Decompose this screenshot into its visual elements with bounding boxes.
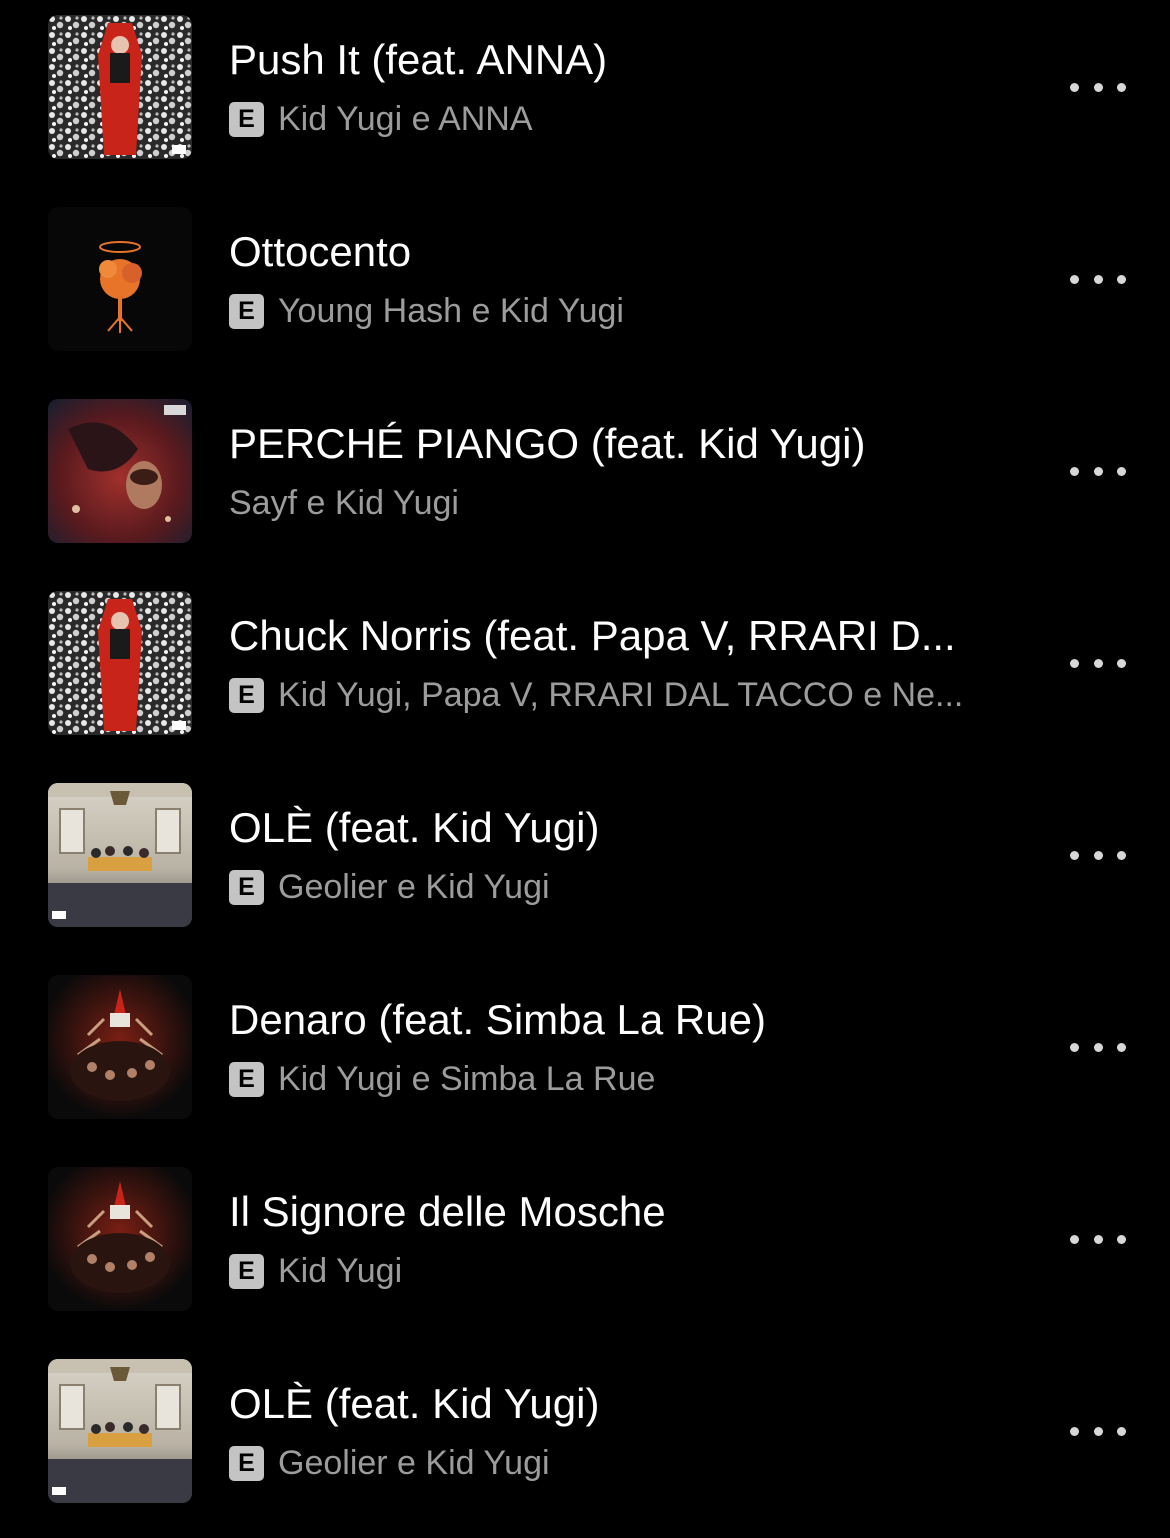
more-options-icon-dot [1117,274,1126,284]
track-subtitle: E Young Hash e Kid Yugi [229,291,624,331]
track-title: Denaro (feat. Simba La Rue) [229,996,766,1043]
explicit-badge-icon: E [229,869,264,905]
coffin-cover-image [48,15,192,159]
more-options-icon-dot [1093,1426,1103,1436]
track-artists: Sayf e Kid Yugi [229,484,459,522]
more-options-icon [1070,658,1079,668]
track-row[interactable]: Il Signore delle Mosche E Kid Yugi [0,1152,1170,1344]
crowd-hands-cover-image [48,1167,192,1311]
coffin-cover-image [48,591,192,735]
orange-tree-cover-image [48,207,192,351]
track-title: Il Signore delle Mosche [229,1188,666,1235]
dining-room-cover-image [48,783,192,927]
album-artwork [48,399,192,543]
more-options-icon [1070,850,1079,860]
track-title: PERCHÉ PIANGO (feat. Kid Yugi) [229,420,866,467]
explicit-badge-icon: E [229,293,264,329]
explicit-badge-icon: E [229,101,264,137]
more-options-icon-dot [1117,850,1126,860]
dining-room-cover-image [48,1359,192,1503]
crowd-hands-cover-image [48,975,192,1119]
track-artists: Kid Yugi e ANNA [278,100,533,138]
track-artists: Kid Yugi e Simba La Rue [278,1060,656,1098]
track-title: OLÈ (feat. Kid Yugi) [229,1380,600,1427]
track-subtitle: E Kid Yugi [229,1251,402,1291]
album-artwork [48,591,192,735]
album-artwork [48,15,192,159]
more-options-button[interactable] [1066,75,1130,99]
track-artists: Geolier e Kid Yugi [278,868,550,906]
more-options-button[interactable] [1066,843,1130,867]
track-subtitle: E Kid Yugi, Papa V, RRARI DAL TACCO e Ne… [229,675,963,715]
more-options-icon-dot [1093,850,1103,860]
more-options-button[interactable] [1066,1035,1130,1059]
more-options-icon-dot [1117,1042,1126,1052]
more-options-button[interactable] [1066,267,1130,291]
track-artists: Young Hash e Kid Yugi [278,292,624,330]
more-options-icon-dot [1093,658,1103,668]
more-options-icon-dot [1093,1042,1103,1052]
track-list: Push It (feat. ANNA) E Kid Yugi e ANNA O… [0,0,1170,1538]
track-title: Ottocento [229,228,412,275]
track-row[interactable]: Push It (feat. ANNA) E Kid Yugi e ANNA [0,0,1170,192]
more-options-icon [1070,82,1079,92]
album-artwork [48,207,192,351]
more-options-icon-dot [1117,658,1126,668]
track-subtitle: E Geolier e Kid Yugi [229,867,550,907]
track-subtitle: E Kid Yugi e Simba La Rue [229,1059,655,1099]
more-options-icon-dot [1117,1426,1126,1436]
track-row[interactable]: Ottocento E Young Hash e Kid Yugi [0,192,1170,384]
track-row[interactable]: OLÈ (feat. Kid Yugi) E Geolier e Kid Yug… [0,768,1170,960]
album-artwork [48,975,192,1119]
more-options-button[interactable] [1066,1419,1130,1443]
track-title: OLÈ (feat. Kid Yugi) [229,804,600,851]
album-artwork [48,783,192,927]
more-options-icon-dot [1117,1234,1126,1244]
more-options-button[interactable] [1066,1227,1130,1251]
track-artists: Kid Yugi, Papa V, RRARI DAL TACCO e Ne..… [278,676,964,714]
more-options-icon [1070,1042,1079,1052]
track-subtitle: E Kid Yugi e ANNA [229,99,533,139]
track-row[interactable]: OLÈ (feat. Kid Yugi) E Geolier e Kid Yug… [0,1344,1170,1536]
more-options-icon-dot [1093,1234,1103,1244]
more-options-button[interactable] [1066,459,1130,483]
track-subtitle: Sayf e Kid Yugi [229,483,459,523]
track-row[interactable]: Denaro (feat. Simba La Rue) E Kid Yugi e… [0,960,1170,1152]
more-options-icon-dot [1093,274,1103,284]
album-artwork [48,1359,192,1503]
more-options-button[interactable] [1066,651,1130,675]
track-subtitle: E Geolier e Kid Yugi [229,1443,550,1483]
more-options-icon-dot [1093,82,1103,92]
track-artists: Kid Yugi [278,1252,403,1290]
explicit-badge-icon: E [229,1253,264,1289]
more-options-icon-dot [1117,82,1126,92]
red-water-cover-image [48,399,192,543]
more-options-icon-dot [1093,466,1103,476]
more-options-icon-dot [1117,466,1126,476]
track-row[interactable]: Chuck Norris (feat. Papa V, RRARI D... E… [0,576,1170,768]
more-options-icon [1070,1234,1079,1244]
track-artists: Geolier e Kid Yugi [278,1444,550,1482]
more-options-icon [1070,466,1079,476]
album-artwork [48,1167,192,1311]
more-options-icon [1070,274,1079,284]
explicit-badge-icon: E [229,1445,264,1481]
track-row[interactable]: PERCHÉ PIANGO (feat. Kid Yugi) Sayf e Ki… [0,384,1170,576]
more-options-icon [1070,1426,1079,1436]
track-title: Chuck Norris (feat. Papa V, RRARI D... [229,612,956,659]
explicit-badge-icon: E [229,677,264,713]
track-title: Push It (feat. ANNA) [229,36,608,83]
explicit-badge-icon: E [229,1061,264,1097]
